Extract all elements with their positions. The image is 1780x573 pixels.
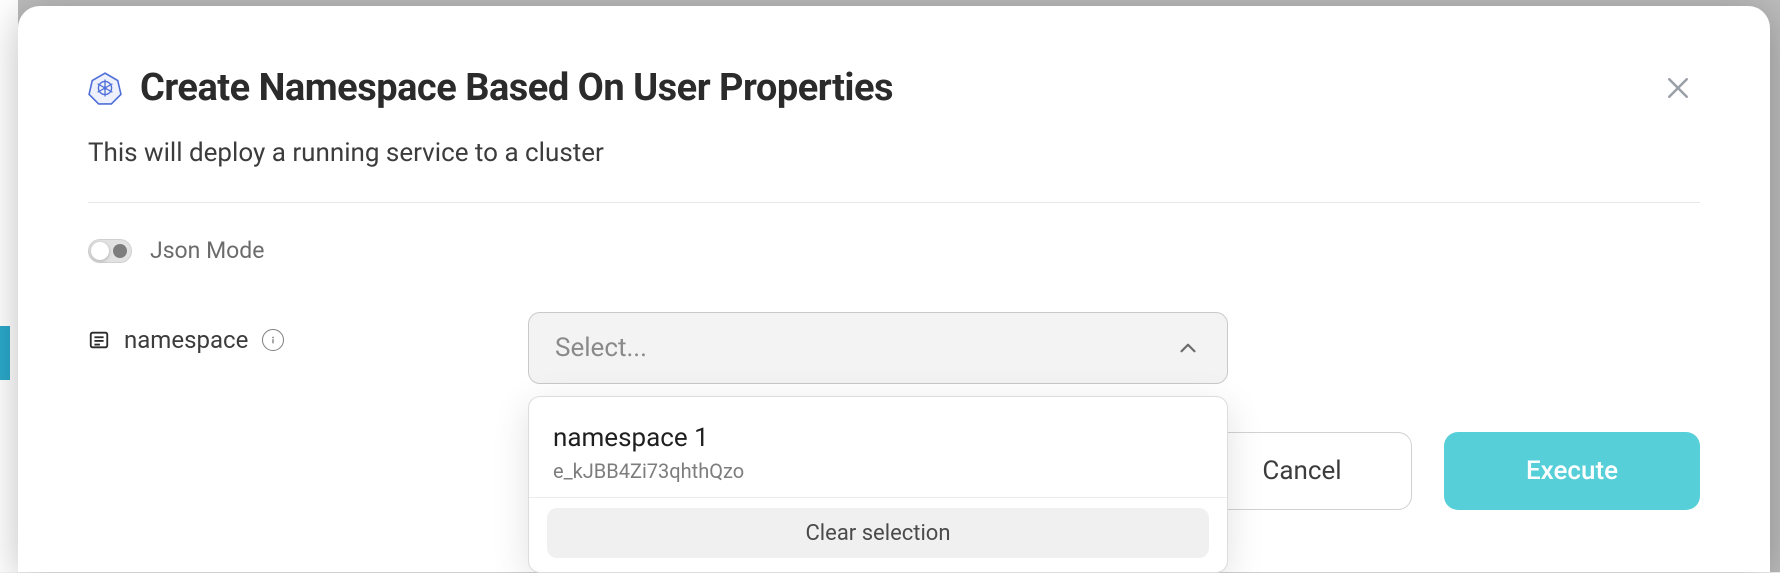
create-namespace-modal: Create Namespace Based On User Propertie… <box>18 6 1770 572</box>
dropdown-option-namespace-1[interactable]: namespace 1 e_kJBB4Zi73qhthQzo <box>529 409 1227 498</box>
json-mode-label: Json Mode <box>150 237 264 264</box>
modal-subtitle: This will deploy a running service to a … <box>88 138 1700 168</box>
namespace-dropdown: namespace 1 e_kJBB4Zi73qhthQzo Clear sel… <box>528 396 1228 573</box>
dropdown-option-name: namespace 1 <box>553 423 1203 453</box>
background-page-sliver <box>0 0 18 572</box>
modal-header: Create Namespace Based On User Propertie… <box>88 66 1700 110</box>
json-mode-toggle-wrap: Json Mode <box>88 237 264 264</box>
modal-title-wrap: Create Namespace Based On User Propertie… <box>88 66 893 110</box>
modal-title: Create Namespace Based On User Propertie… <box>140 66 893 110</box>
namespace-field-row: namespace Select... namespace 1 <box>88 312 1700 384</box>
namespace-select[interactable]: Select... <box>528 312 1228 384</box>
info-icon[interactable] <box>262 329 284 351</box>
json-mode-row: Json Mode <box>88 237 1700 264</box>
clear-selection-label: Clear selection <box>805 521 950 546</box>
close-button[interactable] <box>1656 66 1700 110</box>
namespace-label-wrap: namespace <box>88 312 528 354</box>
kubernetes-icon <box>88 71 122 105</box>
cancel-button-label: Cancel <box>1262 456 1341 486</box>
toggle-track-marker <box>113 244 127 258</box>
namespace-select-wrap: Select... namespace 1 e_kJBB4Zi73qhthQzo… <box>528 312 1228 384</box>
clear-selection-button[interactable]: Clear selection <box>547 508 1209 558</box>
namespace-label: namespace <box>124 326 248 354</box>
select-placeholder: Select... <box>555 333 647 363</box>
chevron-up-icon <box>1175 335 1201 361</box>
execute-button-label: Execute <box>1526 456 1618 486</box>
modal-footer: Cancel Execute <box>1192 432 1700 510</box>
list-icon <box>88 329 110 351</box>
background-accent-bar <box>0 326 10 380</box>
dropdown-option-id: e_kJBB4Zi73qhthQzo <box>553 459 1203 483</box>
execute-button[interactable]: Execute <box>1444 432 1700 510</box>
divider <box>88 202 1700 203</box>
json-mode-toggle[interactable] <box>88 239 132 263</box>
